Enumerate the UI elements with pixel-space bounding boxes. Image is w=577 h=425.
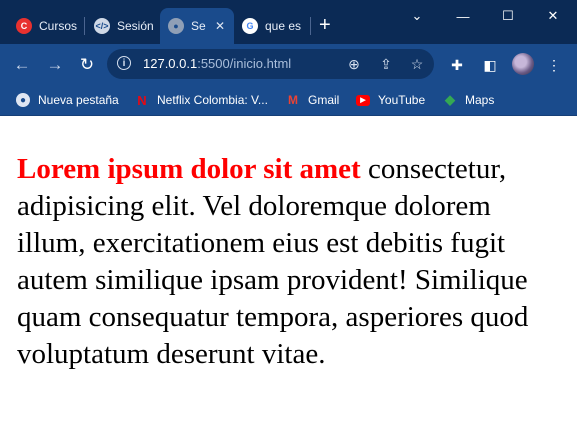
bookmark-youtube[interactable]: ▶ YouTube bbox=[356, 90, 425, 110]
bookmark-netflix[interactable]: N Netflix Colombia: V... bbox=[135, 90, 268, 110]
browser-toolbar: ← → ↻ i 127.0.0.1:5500/inicio.html ⊕ ⇪ ☆… bbox=[0, 44, 577, 85]
tab-search-icon[interactable]: ⌄ bbox=[402, 5, 432, 27]
reload-icon[interactable]: ↻ bbox=[76, 54, 98, 76]
tab-title: Cursos bbox=[39, 19, 77, 33]
tab-title: Se bbox=[191, 19, 206, 33]
maps-icon: ◆ bbox=[445, 92, 455, 107]
new-tab-button[interactable]: + bbox=[319, 15, 331, 35]
tab-active[interactable]: ● Se ✕ bbox=[160, 8, 234, 44]
close-icon[interactable]: ✕ bbox=[215, 19, 225, 33]
bookmark-label: Netflix Colombia: V... bbox=[157, 93, 268, 107]
share-icon[interactable]: ⇪ bbox=[377, 55, 395, 73]
bookmark-star-icon[interactable]: ☆ bbox=[408, 55, 426, 73]
bookmark-label: Gmail bbox=[308, 93, 340, 107]
lead-text: Lorem ipsum dolor sit amet bbox=[17, 153, 361, 185]
site-info-icon[interactable]: i bbox=[117, 56, 131, 70]
gmail-icon: M bbox=[288, 93, 298, 107]
zoom-icon[interactable]: ⊕ bbox=[345, 55, 363, 73]
netflix-icon: N bbox=[137, 92, 147, 108]
forward-arrow-icon[interactable]: → bbox=[44, 54, 66, 76]
url-host: 127.0.0.1 bbox=[143, 56, 198, 71]
bookmark-maps[interactable]: ◆ Maps bbox=[443, 90, 494, 110]
bookmark-label: Nueva pestaña bbox=[38, 93, 119, 107]
close-window-icon[interactable]: ✕ bbox=[538, 5, 568, 27]
globe-icon: ● bbox=[168, 18, 184, 34]
url-path: :5500/inicio.html bbox=[197, 56, 292, 71]
menu-kebab-icon[interactable]: ⋮ bbox=[544, 55, 564, 75]
body-text: consectetur, adipisicing elit. Vel dolor… bbox=[17, 153, 529, 370]
globe-icon: ● bbox=[16, 93, 30, 107]
tab-que-es[interactable]: G que es bbox=[236, 8, 310, 44]
bookmark-label: Maps bbox=[465, 93, 495, 107]
bookmarks-bar: ● Nueva pestaña N Netflix Colombia: V...… bbox=[0, 85, 577, 116]
tab-sesion[interactable]: </> Sesión bbox=[86, 8, 160, 44]
side-panel-icon[interactable]: ◧ bbox=[480, 55, 500, 75]
maximize-icon[interactable]: ☐ bbox=[493, 5, 523, 27]
tab-separator bbox=[84, 17, 85, 35]
tab-title: que es bbox=[265, 19, 302, 33]
page-viewport: Lorem ipsum dolor sit amet consectetur, … bbox=[0, 116, 577, 425]
bookmark-nueva-pestana[interactable]: ● Nueva pestaña bbox=[16, 90, 119, 110]
code-icon: </> bbox=[94, 18, 110, 34]
bookmark-gmail[interactable]: M Gmail bbox=[286, 90, 339, 110]
address-bar[interactable]: i 127.0.0.1:5500/inicio.html ⊕ ⇪ ☆ bbox=[107, 49, 434, 79]
google-icon: G bbox=[242, 18, 258, 34]
tab-cursos[interactable]: C Cursos bbox=[6, 8, 82, 44]
avatar[interactable] bbox=[512, 53, 534, 75]
tab-separator bbox=[310, 17, 311, 35]
back-arrow-icon[interactable]: ← bbox=[11, 54, 33, 76]
tab-title: Sesión bbox=[117, 19, 153, 33]
brand-circle-icon: C bbox=[16, 18, 32, 34]
youtube-icon: ▶ bbox=[356, 94, 370, 106]
url-text[interactable]: 127.0.0.1:5500/inicio.html bbox=[143, 56, 291, 71]
tab-strip: C Cursos </> Sesión ● Se ✕ G que es + ⌄ … bbox=[0, 0, 577, 44]
extensions-icon[interactable]: ✚ bbox=[447, 55, 467, 75]
minimize-icon[interactable]: — bbox=[448, 5, 478, 27]
paragraph: Lorem ipsum dolor sit amet consectetur, … bbox=[17, 151, 565, 373]
bookmark-label: YouTube bbox=[378, 93, 426, 107]
